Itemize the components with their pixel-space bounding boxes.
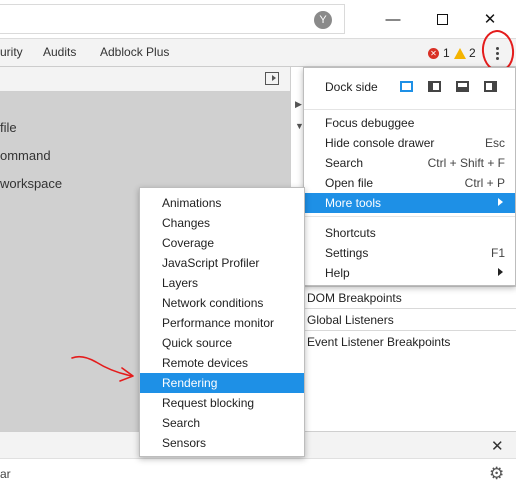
submenu-item-request-blocking[interactable]: Request blocking [140, 393, 304, 413]
dom-breakpoints-section[interactable]: DOM Breakpoints [303, 286, 516, 308]
navigator-header [0, 67, 290, 92]
submenu-item-network-conditions[interactable]: Network conditions [140, 293, 304, 313]
browser-profile-icon[interactable]: Y [314, 11, 332, 29]
submenu-item-rendering[interactable]: Rendering [140, 373, 304, 393]
menu-item-shortcuts[interactable]: Shortcuts [304, 223, 515, 243]
submenu-item-quick-source[interactable]: Quick source [140, 333, 304, 353]
dock-left-icon[interactable] [428, 81, 441, 92]
warning-count-badge[interactable]: 2 [454, 46, 476, 60]
gear-icon[interactable]: ⚙ [489, 464, 504, 484]
tab-audits[interactable]: Audits [43, 45, 76, 59]
submenu-arrow-icon [498, 268, 503, 276]
toggle-sidebar-icon[interactable] [265, 72, 279, 85]
submenu-item-changes[interactable]: Changes [140, 213, 304, 233]
console-drawer: ar ⚙ [0, 458, 516, 489]
submenu-item-animations[interactable]: Animations [140, 193, 304, 213]
dock-side-label: Dock side [325, 80, 378, 94]
error-count-badge[interactable]: ✕ 1 [428, 46, 450, 60]
menu-item-more-tools[interactable]: More tools [304, 193, 515, 213]
menu-item-label: Focus debuggee [325, 116, 415, 130]
menu-item-label: More tools [325, 196, 382, 210]
submenu-item-layers[interactable]: Layers [140, 273, 304, 293]
menu-item-open-file[interactable]: Open file Ctrl + P [304, 173, 515, 193]
submenu-arrow-icon [498, 198, 503, 206]
menu-item-search[interactable]: Search Ctrl + Shift + F [304, 153, 515, 173]
submenu-item-performance-monitor[interactable]: Performance monitor [140, 313, 304, 333]
menu-item-shortcut: Esc [484, 136, 505, 150]
submenu-item-coverage[interactable]: Coverage [140, 233, 304, 253]
event-listener-breakpoints-section[interactable]: Event Listener Breakpoints [303, 330, 516, 352]
left-panel-item[interactable]: ommand [0, 148, 51, 163]
menu-item-hide-console-drawer[interactable]: Hide console drawer Esc [304, 133, 515, 153]
menu-item-label: Hide console drawer [325, 136, 435, 150]
menu-separator [304, 216, 515, 217]
expand-arrow-icon[interactable]: ▶ [295, 99, 302, 110]
drawer-text: ar [0, 467, 11, 481]
dock-right-icon[interactable] [484, 81, 497, 92]
submenu-item-javascript-profiler[interactable]: JavaScript Profiler [140, 253, 304, 273]
menu-separator [304, 109, 515, 110]
tab-adblock-plus[interactable]: Adblock Plus [100, 45, 169, 59]
menu-item-label: Open file [325, 176, 374, 190]
menu-item-label: Search [325, 156, 364, 170]
maximize-icon[interactable] [428, 6, 456, 32]
close-drawer-icon[interactable]: ✕ [491, 437, 504, 455]
menu-item-focus-debuggee[interactable]: Focus debuggee [304, 113, 515, 133]
customize-menu: Dock side Focus debuggee Hide console dr… [303, 67, 516, 286]
error-icon: ✕ [428, 47, 439, 59]
menu-item-label: Settings [325, 246, 369, 260]
undock-icon[interactable] [400, 81, 413, 92]
left-panel-item[interactable]: workspace [0, 176, 62, 191]
menu-item-shortcut: Ctrl + P [464, 176, 505, 190]
menu-item-settings[interactable]: Settings F1 [304, 243, 515, 263]
annotation-arrow-icon [71, 355, 134, 382]
menu-item-help[interactable]: Help [304, 263, 515, 283]
warning-icon [454, 47, 466, 59]
close-icon[interactable]: ✕ [476, 6, 504, 32]
submenu-item-search[interactable]: Search [140, 413, 304, 433]
submenu-item-sensors[interactable]: Sensors [140, 433, 304, 453]
tab-security[interactable]: urity [0, 45, 23, 59]
menu-item-shortcut: Ctrl + Shift + F [427, 156, 505, 170]
global-listeners-section[interactable]: Global Listeners [303, 308, 516, 330]
minimize-icon[interactable]: — [379, 6, 407, 32]
left-panel-item[interactable]: file [0, 120, 17, 135]
submenu-item-remote-devices[interactable]: Remote devices [140, 353, 304, 373]
menu-item-label: Help [325, 266, 350, 280]
devtools-tabstrip: urity Audits Adblock Plus ✕ 1 2 [0, 38, 516, 67]
window-titlebar: Y — ✕ [0, 0, 516, 38]
menu-item-label: Shortcuts [325, 226, 376, 240]
menu-item-shortcut: F1 [490, 246, 505, 260]
more-tools-submenu: Animations Changes Coverage JavaScript P… [139, 187, 305, 457]
warning-count: 2 [469, 46, 476, 60]
error-count: 1 [443, 46, 450, 60]
dock-bottom-icon[interactable] [456, 81, 469, 92]
address-bar[interactable]: Y [0, 4, 345, 34]
